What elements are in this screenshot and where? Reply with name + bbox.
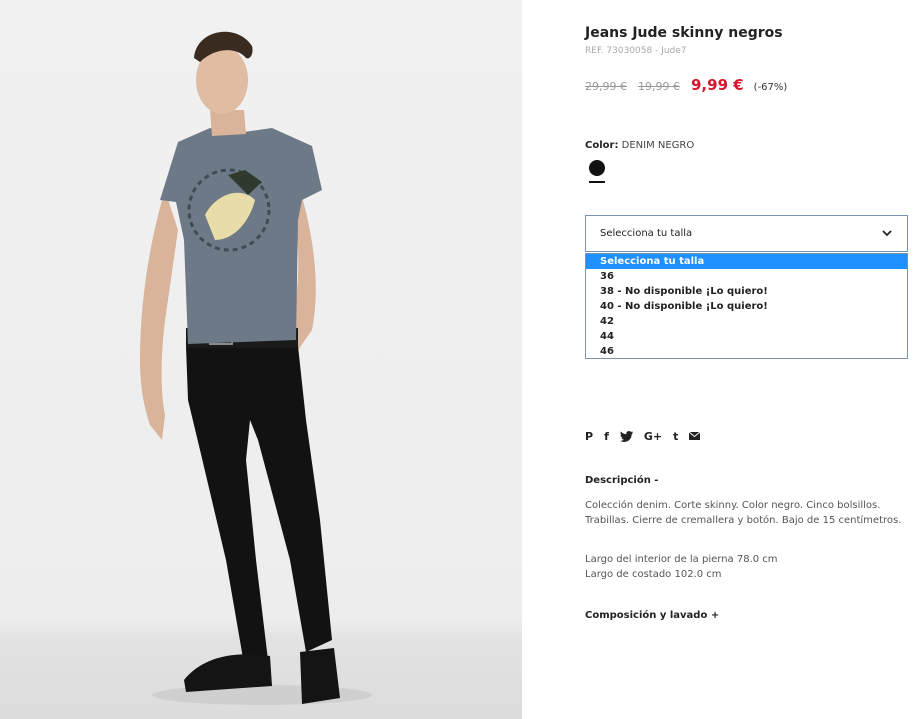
model-illustration	[140, 31, 372, 705]
size-option-46[interactable]: 46	[586, 344, 907, 359]
discount-label: (-67%)	[753, 82, 788, 93]
product-reference: REF. 73030058 - Jude7	[585, 46, 687, 56]
google-plus-icon[interactable]: G+	[644, 428, 662, 444]
product-photo[interactable]	[0, 0, 522, 719]
previous-price: 19,99 €	[638, 80, 680, 93]
product-title: Jeans Jude skinny negros	[585, 25, 783, 41]
price-row: 29,99 € 19,99 € 9,99 € (-67%)	[585, 76, 787, 94]
size-select-value: Selecciona tu talla	[600, 228, 693, 239]
description-text: Colección denim. Corte skinny. Color neg…	[585, 500, 902, 526]
inseam-measure: Largo del interior de la pierna 78.0 cm	[585, 554, 778, 565]
size-option-38[interactable]: 38 - No disponible ¡Lo quiero!	[586, 284, 907, 299]
twitter-icon[interactable]	[619, 428, 633, 444]
color-label: Color:	[585, 140, 619, 151]
tumblr-icon[interactable]: t	[673, 428, 678, 444]
original-price: 29,99 €	[585, 80, 627, 93]
size-option-placeholder[interactable]: Selecciona tu talla	[586, 254, 907, 269]
chevron-down-icon	[882, 230, 892, 237]
measurements: Largo del interior de la pierna 78.0 cm …	[585, 552, 778, 582]
facebook-icon[interactable]: f	[604, 428, 609, 444]
size-option-44[interactable]: 44	[586, 329, 907, 344]
share-bar: P f G+ t	[585, 428, 711, 444]
size-option-36[interactable]: 36	[586, 269, 907, 284]
color-value: DENIM NEGRO	[621, 140, 695, 151]
size-option-40[interactable]: 40 - No disponible ¡Lo quiero!	[586, 299, 907, 314]
current-price: 9,99 €	[691, 76, 744, 94]
color-swatch-denim-negro[interactable]	[589, 160, 605, 176]
description-heading[interactable]: Descripción -	[585, 475, 658, 486]
side-length-measure: Largo de costado 102.0 cm	[585, 569, 722, 580]
pinterest-icon[interactable]: P	[585, 428, 593, 444]
selected-swatch-indicator	[589, 181, 605, 183]
email-icon[interactable]	[689, 428, 701, 444]
size-select[interactable]: Selecciona tu talla	[585, 215, 908, 252]
color-row: Color: DENIM NEGRO	[585, 140, 694, 151]
size-options-list: Selecciona tu talla 36 38 - No disponibl…	[585, 253, 908, 359]
size-option-42[interactable]: 42	[586, 314, 907, 329]
composition-toggle[interactable]: Composición y lavado +	[585, 610, 719, 621]
